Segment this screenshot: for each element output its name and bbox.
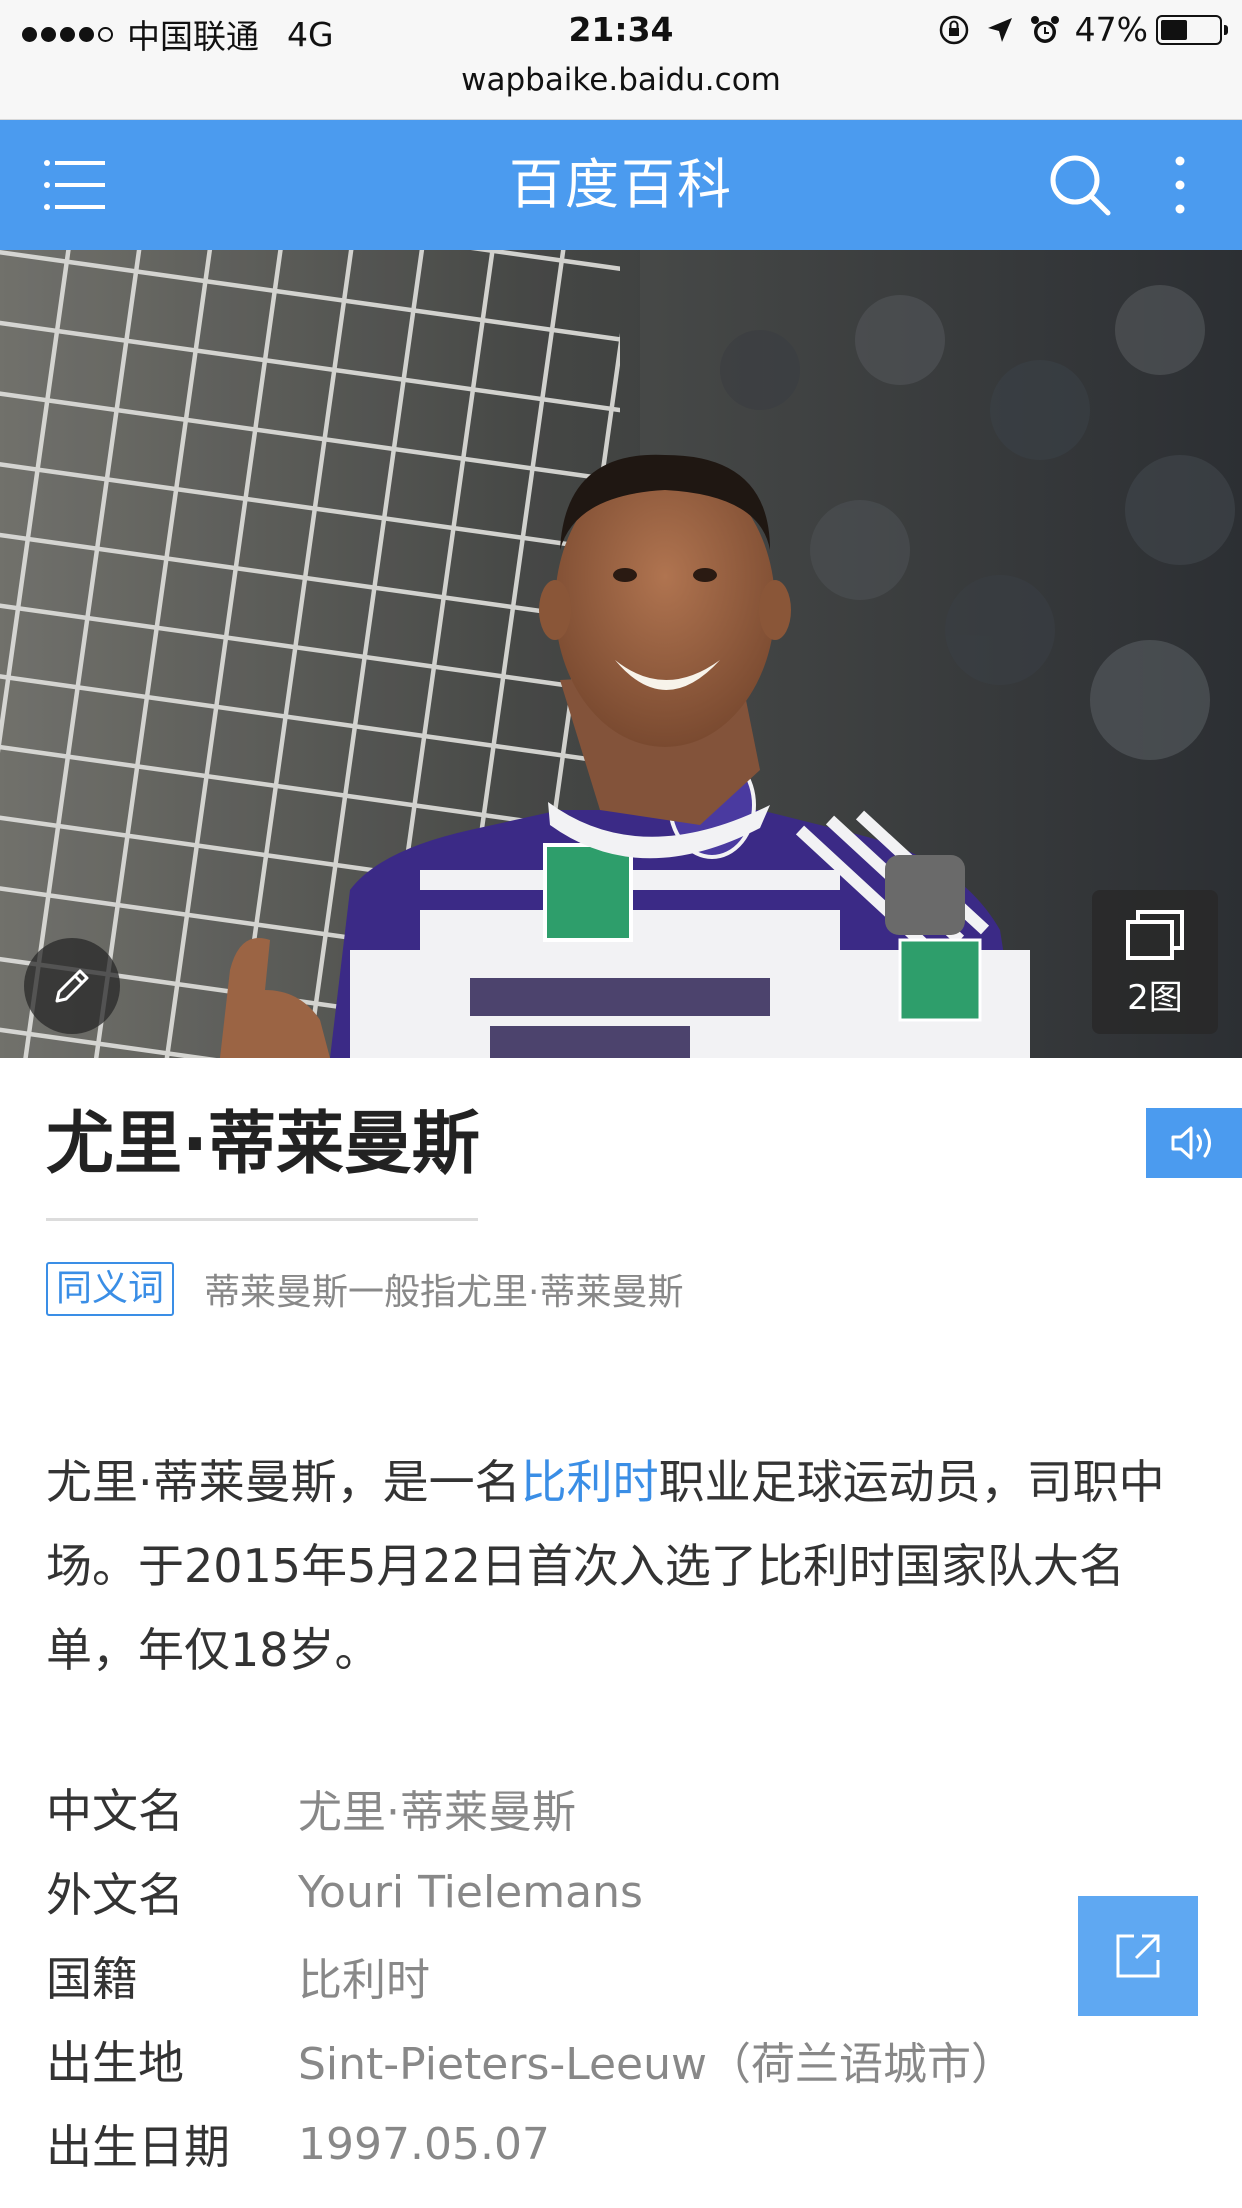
synonym-text: 蒂莱曼斯一般指尤里·蒂莱曼斯 <box>204 1272 684 1313</box>
info-value: 比利时 <box>298 1955 430 2006</box>
location-arrow-icon <box>987 17 1012 42</box>
info-row-nationality: 国籍 比利时 <box>46 1934 1196 2018</box>
info-row-chinese-name: 中文名 尤里·蒂莱曼斯 <box>46 1766 1196 1850</box>
carrier-name: 中国联通 <box>127 17 259 56</box>
summary-text-1: 尤里·蒂莱曼斯，是一名 <box>46 1455 521 1509</box>
app-header: 百度百科 <box>0 120 1242 250</box>
info-label: 出生日期 <box>46 2120 230 2174</box>
url-bar[interactable]: wapbaike.baidu.com <box>0 60 1242 120</box>
orientation-lock-icon <box>939 15 968 44</box>
info-value: 1997.05.07 <box>298 2118 550 2170</box>
audio-button[interactable] <box>1146 1108 1242 1178</box>
title-divider <box>46 1218 478 1221</box>
info-row-birthplace: 出生地 Sint-Pieters-Leeuw（荷兰语城市） <box>46 2018 1196 2102</box>
menu-icon <box>44 160 105 210</box>
page-title: 尤里·蒂莱曼斯 <box>46 1105 480 1184</box>
status-right: 47% <box>937 10 1228 49</box>
gallery-count: 2图 <box>1127 978 1183 1018</box>
info-label: 出生地 <box>46 2036 184 2090</box>
share-icon <box>1116 1934 1160 1978</box>
more-vertical-icon <box>1175 156 1185 214</box>
player-photo <box>0 250 1242 1058</box>
speaker-icon <box>1171 1126 1211 1160</box>
summary-paragraph: 尤里·蒂莱曼斯，是一名比利时职业足球运动员，司职中场。于2015年5月22日首次… <box>46 1440 1206 1692</box>
edit-button[interactable] <box>24 938 120 1034</box>
share-button[interactable] <box>1078 1896 1198 2016</box>
info-label: 国籍 <box>46 1952 138 2006</box>
synonym-row: 同义词 蒂莱曼斯一般指尤里·蒂莱曼斯 <box>46 1262 683 1316</box>
info-row-foreign-name: 外文名 Youri Tielemans <box>46 1850 1196 1934</box>
info-value: 尤里·蒂莱曼斯 <box>298 1787 576 1838</box>
more-options-button[interactable] <box>1150 120 1210 250</box>
alarm-icon <box>1030 15 1059 43</box>
info-value: Youri Tielemans <box>298 1866 643 1918</box>
status-left: 中国联通 4G <box>22 10 334 58</box>
search-icon <box>1050 155 1111 216</box>
network-type: 4G <box>287 14 334 54</box>
info-label: 中文名 <box>46 1784 184 1838</box>
url-text: wapbaike.baidu.com <box>461 62 781 98</box>
gallery-button[interactable]: 2图 <box>1092 890 1218 1034</box>
edit-icon <box>55 969 89 1003</box>
signal-strength-icon <box>22 26 117 42</box>
battery-percent: 47% <box>1074 10 1148 49</box>
battery-icon <box>1156 14 1228 45</box>
status-bar: 中国联通 4G 21:34 47% <box>0 0 1242 60</box>
synonym-tag[interactable]: 同义词 <box>46 1262 175 1316</box>
info-label: 外文名 <box>46 1868 184 1922</box>
info-value: Sint-Pieters-Leeuw（荷兰语城市） <box>298 2039 1015 2090</box>
menu-button[interactable] <box>30 120 120 250</box>
info-box: 中文名 尤里·蒂莱曼斯 外文名 Youri Tielemans 国籍 比利时 出… <box>46 1766 1196 2186</box>
info-row-birthdate: 出生日期 1997.05.07 <box>46 2102 1196 2186</box>
gallery-icon <box>1126 910 1184 960</box>
hero-image[interactable]: 2图 <box>0 250 1242 1058</box>
search-button[interactable] <box>1040 120 1120 250</box>
link-belgium[interactable]: 比利时 <box>521 1455 659 1509</box>
